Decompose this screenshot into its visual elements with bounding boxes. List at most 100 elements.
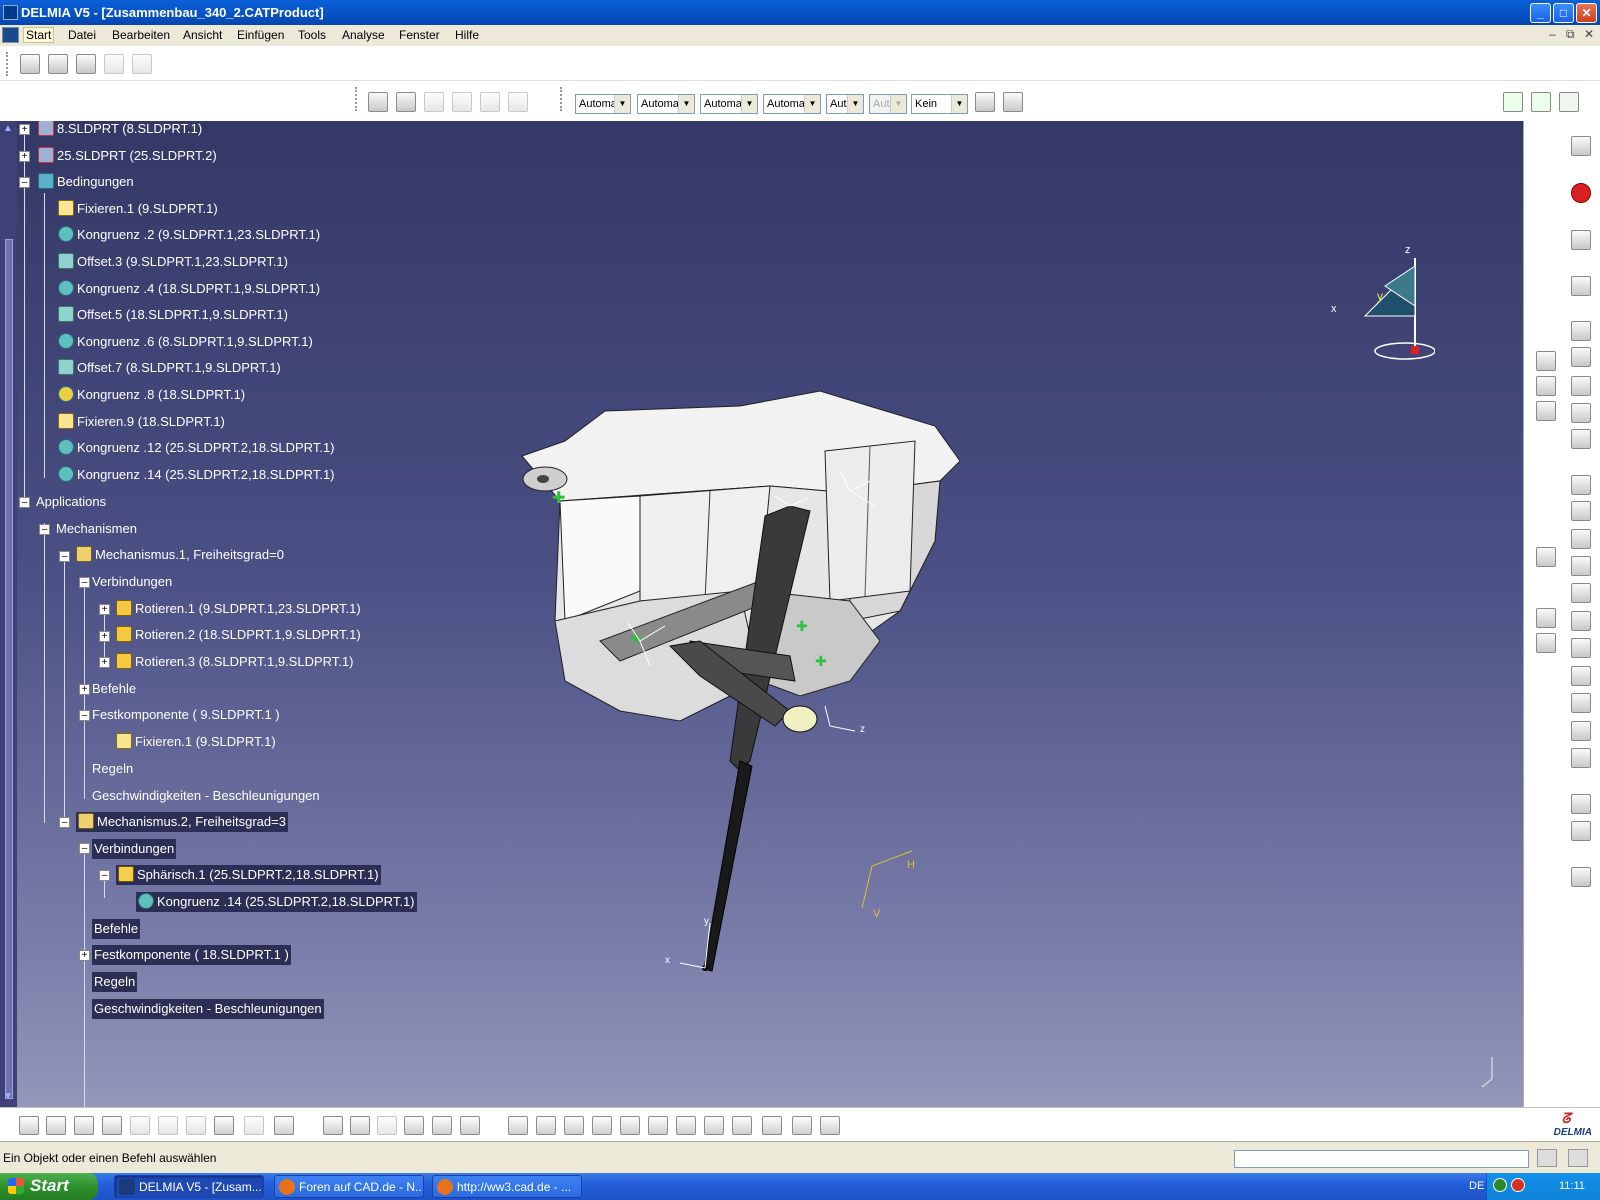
menu-analyse[interactable]: Analyse: [342, 28, 385, 42]
tree-node-commands-selected[interactable]: Befehle: [92, 919, 141, 939]
collapse-toggle[interactable]: –: [79, 843, 90, 854]
sensor-icon[interactable]: [1571, 429, 1591, 449]
color-combo[interactable]: Automa ▼: [575, 94, 631, 114]
measure-icon[interactable]: [1536, 608, 1556, 628]
tree-node-constraint[interactable]: Fixieren.1 (9.SLDPRT.1): [58, 199, 218, 219]
clock-icon[interactable]: [1571, 529, 1591, 549]
properties-icon[interactable]: [48, 54, 68, 74]
tree-node-constraint[interactable]: Fixieren.9 (18.SLDPRT.1): [58, 412, 225, 432]
paste-icon[interactable]: [186, 1116, 206, 1135]
multi-view-icon[interactable]: [704, 1116, 724, 1135]
layer-combo[interactable]: Kein ▼: [911, 94, 968, 114]
tree-node-constraint[interactable]: Offset.3 (9.SLDPRT.1,23.SLDPRT.1): [58, 252, 288, 272]
expand-toggle[interactable]: +: [19, 124, 30, 135]
bom-icon[interactable]: [1571, 821, 1591, 841]
stop-icon[interactable]: [1571, 183, 1591, 203]
security-icon[interactable]: [1511, 1178, 1525, 1192]
help-icon[interactable]: [274, 1116, 294, 1135]
analysis-icon[interactable]: [1571, 475, 1591, 495]
normal-view-icon[interactable]: [676, 1116, 696, 1135]
lightning-icon[interactable]: [1571, 867, 1591, 887]
menu-einfuegen[interactable]: Einfügen: [237, 28, 284, 42]
start-button[interactable]: Start: [0, 1173, 98, 1200]
update-icon[interactable]: [1571, 794, 1591, 814]
annotation-icon[interactable]: [1571, 748, 1591, 768]
clash-icon[interactable]: [1571, 501, 1591, 521]
image-icon[interactable]: [76, 54, 96, 74]
fixed-part-icon[interactable]: [1571, 376, 1591, 396]
tree-node-laws-selected[interactable]: Regeln: [92, 972, 138, 992]
toolbar-grip[interactable]: [355, 87, 359, 111]
tree-node-constraint[interactable]: Fixieren.1 (9.SLDPRT.1): [116, 732, 276, 752]
task-browser-2[interactable]: http://ww3.cad.de - ...: [432, 1175, 582, 1198]
clock[interactable]: 11:11: [1559, 1180, 1585, 1192]
collapse-toggle[interactable]: –: [59, 551, 70, 562]
collapse-toggle[interactable]: –: [79, 577, 90, 588]
point-symbol-combo[interactable]: Aut ▼: [826, 94, 864, 114]
rendering-combo[interactable]: Aut ▼: [869, 94, 907, 114]
expand-toggle[interactable]: +: [79, 684, 90, 695]
network-icon[interactable]: [1493, 1178, 1507, 1192]
cancel-command-button[interactable]: [1568, 1149, 1588, 1167]
tree-node-commands[interactable]: Befehle: [92, 679, 136, 699]
collapse-toggle[interactable]: –: [59, 817, 70, 828]
filter-icon[interactable]: [1571, 638, 1591, 658]
fit-all-in-icon[interactable]: [536, 1116, 556, 1135]
tree-node-constraints[interactable]: Bedingungen: [38, 172, 134, 192]
mechanism-tool-icon[interactable]: [1571, 321, 1591, 341]
chevron-down-icon[interactable]: ▼: [804, 95, 820, 113]
compass-icon[interactable]: [1355, 246, 1436, 361]
tree-node-joints[interactable]: Verbindungen: [92, 572, 172, 592]
collapse-toggle[interactable]: –: [39, 524, 50, 535]
copy-icon[interactable]: [158, 1116, 178, 1135]
cut-icon[interactable]: [130, 1116, 150, 1135]
redo-icon[interactable]: [244, 1116, 264, 1135]
collapse-toggle[interactable]: –: [19, 497, 30, 508]
tree-node-constraint[interactable]: Kongruenz .6 (8.SLDPRT.1,9.SLDPRT.1): [58, 332, 313, 352]
expand-toggle[interactable]: +: [99, 657, 110, 668]
tree-node-constraint[interactable]: Kongruenz .14 (25.SLDPRT.2,18.SLDPRT.1): [58, 465, 335, 485]
hide-show-icon[interactable]: [1559, 92, 1579, 112]
new-file-icon[interactable]: [19, 1116, 39, 1135]
menu-tools[interactable]: Tools: [298, 28, 326, 42]
formula-icon[interactable]: [323, 1116, 343, 1135]
transparency-combo[interactable]: Automa ▼: [637, 94, 695, 114]
language-indicator[interactable]: DE: [1469, 1180, 1484, 1192]
hide-show-icon[interactable]: [792, 1116, 812, 1135]
chevron-down-icon[interactable]: ▼: [847, 95, 863, 113]
pan-icon[interactable]: [1503, 92, 1523, 112]
gear-edit-icon[interactable]: [1571, 136, 1591, 156]
chevron-down-icon[interactable]: ▼: [890, 95, 906, 113]
product-icon[interactable]: [20, 54, 40, 74]
3d-viewport[interactable]: ▲ ▼ ✚ ✚ ✚ ✚ H V x y z z x y + + – – – – …: [0, 121, 1523, 1107]
command-input[interactable]: [1234, 1150, 1529, 1168]
pencil-icon[interactable]: [1571, 666, 1591, 686]
tree-node-laws[interactable]: Regeln: [92, 759, 133, 779]
tree-node-constraint[interactable]: Kongruenz .4 (18.SLDPRT.1,9.SLDPRT.1): [58, 279, 320, 299]
joint-tool-icon[interactable]: [1571, 347, 1591, 367]
sweep-icon[interactable]: [1571, 583, 1591, 603]
close-button[interactable]: ✕: [1576, 3, 1597, 23]
fly-mode-icon[interactable]: [508, 1116, 528, 1135]
fit-all-icon[interactable]: [1531, 92, 1551, 112]
chevron-down-icon[interactable]: ▼: [614, 95, 630, 113]
document-tools-icon[interactable]: [132, 54, 152, 74]
lock-icon[interactable]: [432, 1116, 452, 1135]
line-type-combo[interactable]: Automa ▼: [763, 94, 821, 114]
select-icon[interactable]: [1571, 230, 1591, 250]
tree-node-joint[interactable]: Rotieren.2 (18.SLDPRT.1,9.SLDPRT.1): [116, 625, 361, 645]
table-icon[interactable]: [480, 92, 500, 112]
swap-space-icon[interactable]: [820, 1116, 840, 1135]
macro-icon[interactable]: [104, 54, 124, 74]
task-delmia[interactable]: DELMIA V5 - [Zusam...: [114, 1175, 264, 1198]
shading-icon[interactable]: [762, 1116, 782, 1135]
tree-node-joint-selected[interactable]: Sphärisch.1 (25.SLDPRT.2,18.SLDPRT.1): [116, 865, 381, 885]
save-icon[interactable]: [74, 1116, 94, 1135]
menu-datei[interactable]: Datei: [68, 28, 96, 42]
toolbar-grip[interactable]: [560, 87, 564, 111]
reorder-icon[interactable]: [452, 92, 472, 112]
tree-node-fixed-part-selected[interactable]: Festkomponente ( 18.SLDPRT.1 ): [92, 945, 291, 965]
catalog-icon[interactable]: [1571, 721, 1591, 741]
tree-node-constraint[interactable]: Kongruenz .12 (25.SLDPRT.2,18.SLDPRT.1): [58, 438, 335, 458]
line-thickness-combo[interactable]: Automa ▼: [700, 94, 758, 114]
